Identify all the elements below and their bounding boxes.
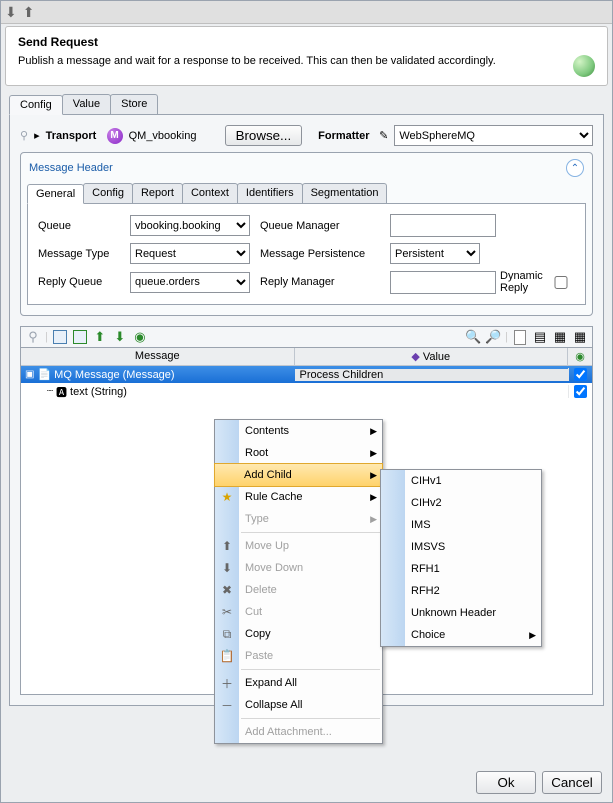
message-persistence-select[interactable]: Persistent — [390, 243, 480, 264]
queue-manager-label: Queue Manager — [260, 220, 380, 232]
tab-config[interactable]: Config — [9, 95, 63, 115]
header-tab-identifiers[interactable]: Identifiers — [237, 183, 303, 203]
cancel-button[interactable]: Cancel — [542, 771, 602, 794]
export-icon[interactable]: ⬆ — [23, 4, 35, 21]
menu-item-expand-all[interactable]: ＋Expand All — [215, 672, 382, 694]
message-header-panel: Message Header ⌃ GeneralConfigReportCont… — [20, 152, 593, 316]
menu-item-collapse-all[interactable]: －Collapse All — [215, 694, 382, 716]
transport-label: Transport — [46, 130, 101, 142]
page-description: Publish a message and wait for a respons… — [18, 55, 496, 67]
submenu-item-choice[interactable]: Choice▶ — [381, 624, 541, 646]
submenu-item-cihv1[interactable]: CIHv1 — [381, 470, 541, 492]
move-down-icon[interactable]: ⬇ — [112, 329, 128, 345]
grid-view-icon[interactable]: ▦ — [552, 329, 568, 345]
ok-button[interactable]: Ok — [476, 771, 536, 794]
submenu-item-unknown-header[interactable]: Unknown Header — [381, 602, 541, 624]
queue-label: Queue — [38, 220, 120, 232]
submenu-item-cihv2[interactable]: CIHv2 — [381, 492, 541, 514]
tree-row-checkbox[interactable] — [574, 385, 587, 398]
header-tab-config[interactable]: Config — [83, 183, 133, 203]
general-body: Queue vbooking.booking Queue Manager Mes… — [27, 204, 586, 305]
list-view-icon[interactable]: ▤ — [532, 329, 548, 345]
main-tabs: ConfigValueStore — [9, 94, 604, 115]
action-logo-icon — [573, 55, 595, 77]
tree-header-value: ◆ Value — [295, 348, 569, 365]
page-view-icon[interactable] — [512, 329, 528, 345]
submenu-item-rfh1[interactable]: RFH1 — [381, 558, 541, 580]
move-up-icon[interactable]: ⬆ — [92, 329, 108, 345]
menu-item-cut: ✂Cut — [215, 601, 382, 623]
header-tab-segmentation[interactable]: Segmentation — [302, 183, 388, 203]
mq-icon: M — [107, 128, 123, 144]
tree-header-message: Message — [21, 348, 295, 365]
refresh-icon[interactable]: ◉ — [132, 329, 148, 345]
tree-toolbar: ⚲ | ⬆ ⬇ ◉ 🔍 🔎 | ▤ ▦ ▦ — [20, 326, 593, 348]
dynamic-reply-checkbox[interactable] — [547, 276, 575, 289]
tree-header-check: ◉ — [568, 348, 592, 365]
tree-header: Message ◆ Value ◉ — [21, 348, 592, 366]
message-type-label: Message Type — [38, 248, 120, 260]
menu-item-paste: 📋Paste — [215, 645, 382, 667]
context-menu[interactable]: Contents▶Root▶Add Child▶★Rule Cache▶Type… — [214, 419, 383, 744]
header-tab-context[interactable]: Context — [182, 183, 238, 203]
dialog-window: ⬇ ⬆ Send Request Publish a message and w… — [0, 0, 613, 803]
menu-item-root[interactable]: Root▶ — [215, 442, 382, 464]
submenu-item-imsvs[interactable]: IMSVS — [381, 536, 541, 558]
tree-row[interactable]: ┈🅰text (String) — [21, 383, 592, 400]
menu-item-add-child[interactable]: Add Child▶ — [214, 463, 383, 487]
message-persistence-label: Message Persistence — [260, 248, 380, 260]
import-icon[interactable]: ⬇ — [5, 4, 17, 21]
queue-manager-input[interactable] — [390, 214, 496, 237]
queue-select[interactable]: vbooking.booking — [130, 215, 250, 236]
find-icon[interactable]: 🔎 — [485, 329, 501, 345]
reply-manager-label: Reply Manager — [260, 276, 380, 288]
menu-item-add-attachment-: Add Attachment... — [215, 721, 382, 743]
copy-icon[interactable] — [52, 329, 68, 345]
dialog-footer: Ok Cancel — [476, 771, 602, 794]
formatter-icon: ✎ — [379, 129, 388, 142]
tree-row-checkbox[interactable] — [574, 368, 587, 381]
tab-value[interactable]: Value — [62, 94, 111, 114]
arrow-icon: ▸ — [34, 129, 40, 142]
page-title: Send Request — [18, 35, 595, 49]
menu-item-copy[interactable]: ⧉Copy — [215, 623, 382, 645]
zoom-icon[interactable]: 🔍 — [465, 329, 481, 345]
menu-item-rule-cache[interactable]: ★Rule Cache▶ — [215, 486, 382, 508]
formatter-select[interactable]: WebSphereMQ — [394, 125, 593, 146]
paste-icon[interactable] — [72, 329, 88, 345]
tree-row[interactable]: ▣📄MQ Message (Message)Process Children — [21, 366, 592, 383]
table-view-icon[interactable]: ▦ — [572, 329, 588, 345]
description-panel: Send Request Publish a message and wait … — [5, 26, 608, 86]
message-header-title: Message Header — [29, 162, 113, 174]
transport-value: QM_vbooking — [129, 130, 219, 142]
titlebar: ⬇ ⬆ — [1, 1, 612, 24]
menu-item-move-down: ⬇Move Down — [215, 557, 382, 579]
reply-manager-input[interactable] — [390, 271, 496, 294]
formatter-label: Formatter — [318, 130, 373, 142]
menu-item-delete: ✖Delete — [215, 579, 382, 601]
header-tabs: GeneralConfigReportContextIdentifiersSeg… — [27, 183, 586, 204]
browse-button[interactable]: Browse... — [225, 125, 303, 146]
menu-item-contents[interactable]: Contents▶ — [215, 420, 382, 442]
reply-queue-select[interactable]: queue.orders — [130, 272, 250, 293]
menu-item-move-up: ⬆Move Up — [215, 535, 382, 557]
tab-store[interactable]: Store — [110, 94, 158, 114]
message-type-select[interactable]: Request — [130, 243, 250, 264]
chain-icon: ⚲ — [20, 129, 28, 142]
collapse-icon[interactable]: ⌃ — [566, 159, 584, 177]
add-child-submenu[interactable]: CIHv1CIHv2IMSIMSVSRFH1RFH2Unknown Header… — [380, 469, 542, 647]
header-tab-general[interactable]: General — [27, 184, 84, 204]
link-icon[interactable]: ⚲ — [25, 329, 41, 345]
submenu-item-ims[interactable]: IMS — [381, 514, 541, 536]
dynamic-reply-label: Dynamic Reply — [500, 270, 543, 294]
menu-item-type: Type▶ — [215, 508, 382, 530]
submenu-item-rfh2[interactable]: RFH2 — [381, 580, 541, 602]
reply-queue-label: Reply Queue — [38, 276, 120, 288]
header-tab-report[interactable]: Report — [132, 183, 183, 203]
